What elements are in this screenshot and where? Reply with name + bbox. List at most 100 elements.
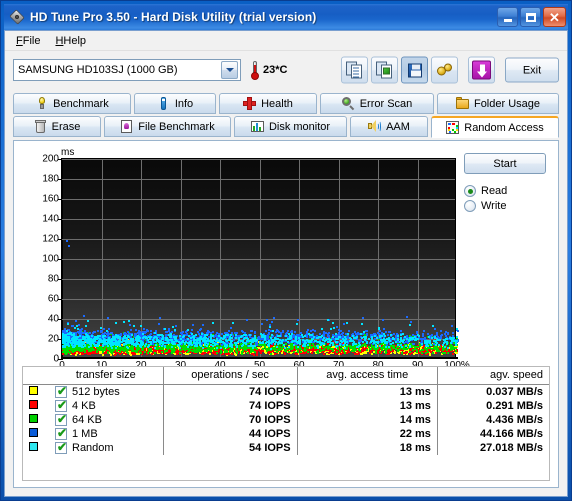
hard-disk-icon bbox=[8, 9, 26, 25]
copy-image-button[interactable] bbox=[371, 56, 398, 84]
tab-aam[interactable]: AAM bbox=[350, 116, 428, 137]
tab-random-access[interactable]: Random Access bbox=[431, 116, 559, 138]
close-button[interactable]: ✕ bbox=[543, 7, 566, 27]
chart-data-point bbox=[78, 323, 81, 326]
chart-data-point bbox=[252, 350, 255, 353]
chart-data-point bbox=[335, 351, 338, 354]
chart-data-point bbox=[258, 349, 261, 352]
chart-data-point bbox=[224, 352, 227, 355]
y-axis-tick-label: 160 bbox=[42, 193, 59, 205]
chart-data-point bbox=[363, 331, 366, 334]
chart-data-point bbox=[313, 330, 316, 333]
chart-data-point bbox=[153, 331, 156, 334]
tab-file-benchmark[interactable]: File Benchmark bbox=[104, 116, 231, 137]
tab-folder-usage[interactable]: Folder Usage bbox=[437, 93, 559, 114]
chart-data-point bbox=[328, 351, 331, 354]
chart-data-point bbox=[382, 327, 385, 330]
maximize-icon bbox=[525, 12, 536, 22]
tab-health-label: Health bbox=[261, 97, 293, 110]
chart-data-point bbox=[327, 347, 330, 350]
y-axis-tick-mark bbox=[58, 219, 62, 220]
y-axis-tick-label: 100 bbox=[42, 253, 59, 265]
chart-data-point bbox=[396, 348, 399, 351]
chart-data-point bbox=[84, 350, 87, 353]
chart-data-point bbox=[438, 346, 441, 349]
tab-erase[interactable]: Erase bbox=[13, 116, 101, 137]
chart-data-point bbox=[323, 352, 326, 355]
chart-data-point bbox=[375, 351, 378, 354]
chart-data-point bbox=[273, 316, 276, 319]
chart-data-point bbox=[90, 350, 93, 353]
gridline-horizontal bbox=[62, 159, 455, 160]
chart-data-point bbox=[141, 353, 144, 356]
chart-data-point bbox=[360, 353, 363, 356]
chart-data-point bbox=[201, 348, 204, 351]
chart-data-point bbox=[91, 332, 94, 335]
chart-plot-area: 0204060801001201401601802000102030405060… bbox=[42, 154, 469, 372]
chart-data-point bbox=[354, 333, 357, 336]
chart-data-point bbox=[409, 350, 412, 353]
exit-button[interactable]: Exit bbox=[505, 57, 559, 83]
chart-data-point bbox=[449, 344, 452, 347]
chart-data-point bbox=[134, 350, 137, 353]
chart-data-point bbox=[346, 333, 349, 336]
chart-data-point bbox=[342, 331, 345, 334]
tab-info[interactable]: Info bbox=[134, 93, 216, 114]
menu-help[interactable]: HHelp bbox=[50, 33, 94, 49]
chart-data-point bbox=[154, 343, 157, 346]
settings-button[interactable] bbox=[431, 56, 458, 84]
chart-data-point bbox=[142, 347, 145, 349]
chart-data-point bbox=[380, 349, 383, 352]
chart-data-point bbox=[252, 353, 255, 356]
chart-data-point bbox=[173, 350, 175, 353]
chart-data-point bbox=[415, 350, 418, 353]
tab-health[interactable]: Health bbox=[219, 93, 317, 114]
tab-bar: Benchmark Info Health Error Scan Folder … bbox=[5, 89, 567, 140]
chart-data-point bbox=[212, 330, 215, 333]
chart-data-point bbox=[340, 352, 343, 355]
minimize-button[interactable] bbox=[497, 7, 518, 27]
random-access-panel: ms 0204060801001201401601802000102030405… bbox=[13, 140, 559, 488]
gridline-vertical bbox=[299, 159, 300, 357]
menu-file[interactable]: FFile bbox=[11, 33, 48, 49]
y-axis-tick-mark bbox=[58, 319, 62, 320]
gridline-vertical bbox=[338, 159, 340, 357]
chart-data-point bbox=[346, 322, 349, 325]
chart-data-point bbox=[342, 349, 345, 352]
minimize-icon bbox=[503, 19, 512, 22]
download-button[interactable] bbox=[468, 56, 495, 84]
chart-data-point bbox=[208, 353, 211, 356]
chart-data-point bbox=[246, 318, 249, 321]
chart-data-point bbox=[429, 343, 432, 346]
chart-data-point bbox=[307, 344, 310, 347]
chart-data-point bbox=[231, 352, 234, 355]
chart-data-point bbox=[177, 344, 180, 347]
tab-error-scan[interactable]: Error Scan bbox=[320, 93, 434, 114]
menu-bar: FFile HHelp bbox=[5, 31, 567, 51]
drive-select[interactable]: SAMSUNG HD103SJ (1000 GB) bbox=[13, 59, 241, 81]
copy-text-button[interactable] bbox=[341, 56, 368, 84]
maximize-button[interactable] bbox=[520, 7, 541, 27]
chart-data-point bbox=[413, 342, 416, 345]
chart-data-point bbox=[363, 339, 366, 342]
chart-data-point bbox=[287, 351, 290, 354]
chart-data-point bbox=[172, 325, 175, 328]
chart-data-point bbox=[202, 323, 205, 326]
save-button[interactable] bbox=[401, 56, 428, 84]
chart-data-point bbox=[312, 336, 315, 339]
chart-data-point bbox=[123, 320, 126, 323]
tab-disk-monitor[interactable]: Disk monitor bbox=[234, 116, 347, 137]
tab-benchmark[interactable]: Benchmark bbox=[13, 93, 131, 114]
chart-data-point bbox=[201, 346, 204, 349]
chart-data-point bbox=[133, 352, 136, 355]
chart-data-point bbox=[243, 348, 246, 351]
chart-data-point bbox=[444, 346, 447, 349]
scatter-icon-dot bbox=[453, 123, 456, 125]
chart-data-point bbox=[231, 345, 234, 348]
chart-data-point bbox=[389, 349, 392, 352]
chart-data-point bbox=[451, 353, 454, 356]
y-axis-tick-label: 200 bbox=[42, 153, 59, 165]
chart-data-point bbox=[323, 347, 326, 350]
chevron-down-icon[interactable] bbox=[221, 61, 238, 79]
info-icon bbox=[157, 97, 170, 110]
